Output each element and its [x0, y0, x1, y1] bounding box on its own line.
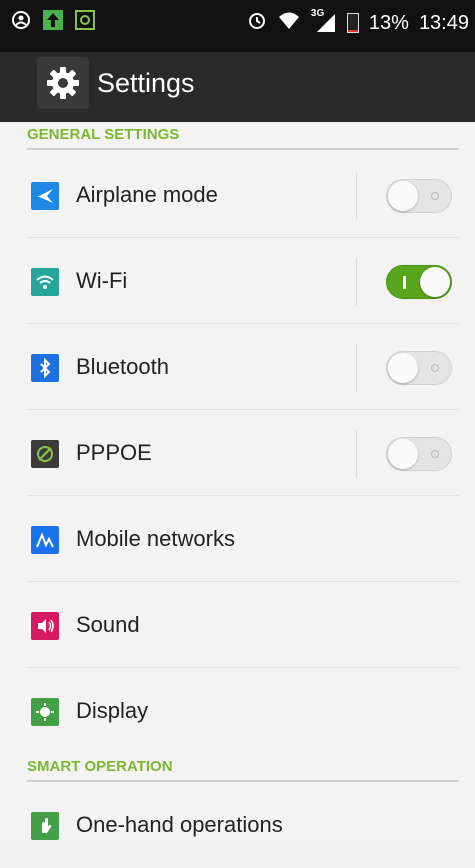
wifi-toggle[interactable]: [386, 265, 452, 299]
wifi-icon: [277, 10, 301, 36]
toggle-off-indicator: [431, 450, 439, 458]
section-title-smart: SMART OPERATION: [27, 758, 173, 775]
settings-row-pppoe[interactable]: PPPOE: [0, 410, 475, 496]
divider: [356, 344, 357, 392]
settings-row-label: Bluetooth: [76, 354, 169, 379]
wifi-icon: [31, 268, 59, 296]
settings-row-label: Mobile networks: [76, 526, 235, 551]
system-status: 3G 13% 13:49: [247, 8, 469, 36]
display-icon: [31, 698, 59, 726]
gallery-icon: [74, 9, 96, 31]
status-bar: 3G 13% 13:49: [0, 0, 475, 52]
battery-icon: [346, 13, 359, 33]
toggle-knob: [420, 267, 450, 297]
settings-row-label: PPPOE: [76, 440, 152, 465]
toggle-knob: [388, 439, 418, 469]
settings-row-airplane[interactable]: Airplane mode: [0, 152, 475, 238]
user-circle-icon: [10, 9, 32, 31]
pppoe-toggle[interactable]: [386, 437, 452, 471]
gear-icon[interactable]: [37, 57, 89, 109]
settings-row-label: One-hand operations: [76, 812, 283, 837]
settings-row-sound[interactable]: Sound: [0, 582, 475, 668]
settings-row-display[interactable]: Display: [0, 668, 475, 748]
page-title: Settings: [97, 68, 195, 98]
settings-row-label: Wi-Fi: [76, 268, 128, 293]
settings-row-label: Airplane mode: [76, 182, 218, 207]
signal-icon: 3G: [311, 8, 337, 34]
bluetooth-icon: [31, 354, 59, 382]
toggle-on-indicator: [403, 276, 406, 289]
upload-icon: [42, 9, 64, 31]
pppoe-icon: [31, 440, 59, 468]
alarm-icon: [247, 10, 267, 36]
mobile-networks-icon: [31, 526, 59, 554]
battery-percent: 13%: [368, 11, 409, 34]
divider: [356, 172, 357, 220]
settings-row-bluetooth[interactable]: Bluetooth: [0, 324, 475, 410]
airplane-icon: [31, 182, 59, 210]
settings-row-label: Sound: [76, 612, 140, 637]
hand-icon: [31, 812, 59, 840]
clock: 13:49: [418, 11, 469, 34]
toggle-off-indicator: [431, 192, 439, 200]
settings-row-one-hand[interactable]: One-hand operations: [0, 782, 475, 868]
toggle-knob: [388, 181, 418, 211]
section-header-smart: SMART OPERATION: [27, 754, 459, 782]
speaker-icon: [31, 612, 59, 640]
toggle-off-indicator: [431, 364, 439, 372]
notification-icons: [10, 9, 96, 31]
action-bar: Settings: [0, 52, 475, 122]
divider: [356, 258, 357, 306]
settings-row-wifi[interactable]: Wi-Fi: [0, 238, 475, 324]
settings-row-label: Display: [76, 698, 149, 723]
bluetooth-toggle[interactable]: [386, 351, 452, 385]
settings-list: GENERAL SETTINGS Airplane mode Wi-Fi Blu…: [0, 122, 475, 840]
section-title-general: GENERAL SETTINGS: [27, 126, 180, 143]
airplane-toggle[interactable]: [386, 179, 452, 213]
toggle-knob: [388, 353, 418, 383]
settings-row-mobile-networks[interactable]: Mobile networks: [0, 496, 475, 582]
section-header-general: GENERAL SETTINGS: [27, 122, 459, 150]
divider: [356, 430, 357, 478]
